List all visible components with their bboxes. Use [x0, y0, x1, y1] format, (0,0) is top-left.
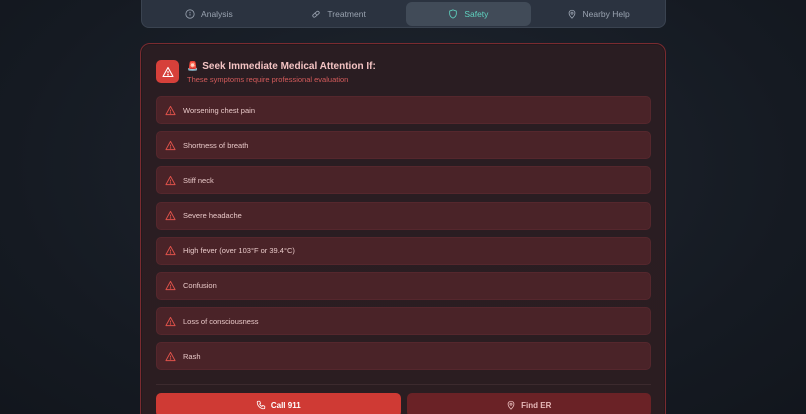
tab-label: Analysis — [201, 9, 233, 19]
symptom-label: Worsening chest pain — [183, 105, 255, 115]
tab-nearby-help[interactable]: Nearby Help — [535, 2, 661, 26]
symptom-label: Severe headache — [183, 211, 242, 221]
warning-triangle-icon — [165, 281, 176, 291]
map-pin-icon — [507, 400, 515, 410]
call-911-button[interactable]: Call 911 — [156, 393, 401, 414]
warning-triangle-icon — [161, 66, 174, 77]
tab-bar: Analysis Treatment Safety Nearby Help — [141, 0, 666, 28]
list-item: Loss of consciousness — [156, 307, 651, 336]
list-item: Shortness of breath — [156, 131, 651, 160]
list-item: Worsening chest pain — [156, 96, 651, 124]
tab-safety[interactable]: Safety — [405, 2, 532, 26]
symptom-label: Confusion — [183, 281, 217, 291]
list-item: Severe headache — [156, 201, 651, 230]
divider — [156, 384, 651, 385]
warning-triangle-icon — [165, 140, 176, 150]
alert-title: 🚨 Seek Immediate Medical Attention If: — [187, 61, 376, 72]
symptom-label: Rash — [183, 351, 201, 361]
symptom-label: High fever (over 103°F or 39.4°C) — [183, 246, 295, 256]
warning-triangle-icon — [165, 105, 176, 115]
tab-label: Safety — [464, 9, 489, 19]
warning-triangle-icon — [165, 210, 176, 221]
list-item: Confusion — [156, 271, 651, 300]
alert-badge — [156, 60, 179, 83]
warning-triangle-icon — [165, 351, 176, 361]
find-er-label: Find ER — [521, 400, 552, 410]
emergency-actions: Call 911 Find ER — [156, 393, 651, 414]
tab-label: Treatment — [327, 9, 366, 19]
symptom-label: Shortness of breath — [183, 140, 249, 150]
warning-triangle-icon — [165, 175, 176, 185]
symptom-label: Stiff neck — [183, 175, 214, 185]
list-item: High fever (over 103°F or 39.4°C) — [156, 236, 651, 265]
symptom-label: Loss of consciousness — [183, 316, 259, 326]
info-circle-icon — [185, 9, 195, 19]
alert-subtitle: These symptoms require professional eval… — [187, 75, 349, 84]
warning-triangle-icon — [165, 316, 176, 326]
shield-icon — [449, 9, 458, 19]
alert-header: 🚨 Seek Immediate Medical Attention If: T… — [156, 60, 376, 84]
pill-icon — [312, 10, 321, 18]
symptom-list: Worsening chest pain Shortness of breath… — [156, 96, 651, 378]
warning-triangle-icon — [165, 246, 176, 256]
tab-label: Nearby Help — [582, 9, 630, 19]
tab-treatment[interactable]: Treatment — [276, 2, 402, 26]
phone-icon — [256, 400, 266, 410]
emergency-alert-panel: 🚨 Seek Immediate Medical Attention If: T… — [140, 43, 666, 414]
siren-icon: 🚨 — [187, 61, 199, 71]
map-pin-icon — [568, 9, 575, 19]
tab-analysis[interactable]: Analysis — [146, 2, 272, 26]
list-item: Stiff neck — [156, 166, 651, 195]
find-er-button[interactable]: Find ER — [406, 393, 651, 414]
alert-title-text: Seek Immediate Medical Attention If: — [202, 61, 376, 72]
call-911-label: Call 911 — [270, 400, 301, 410]
list-item: Rash — [156, 342, 651, 371]
